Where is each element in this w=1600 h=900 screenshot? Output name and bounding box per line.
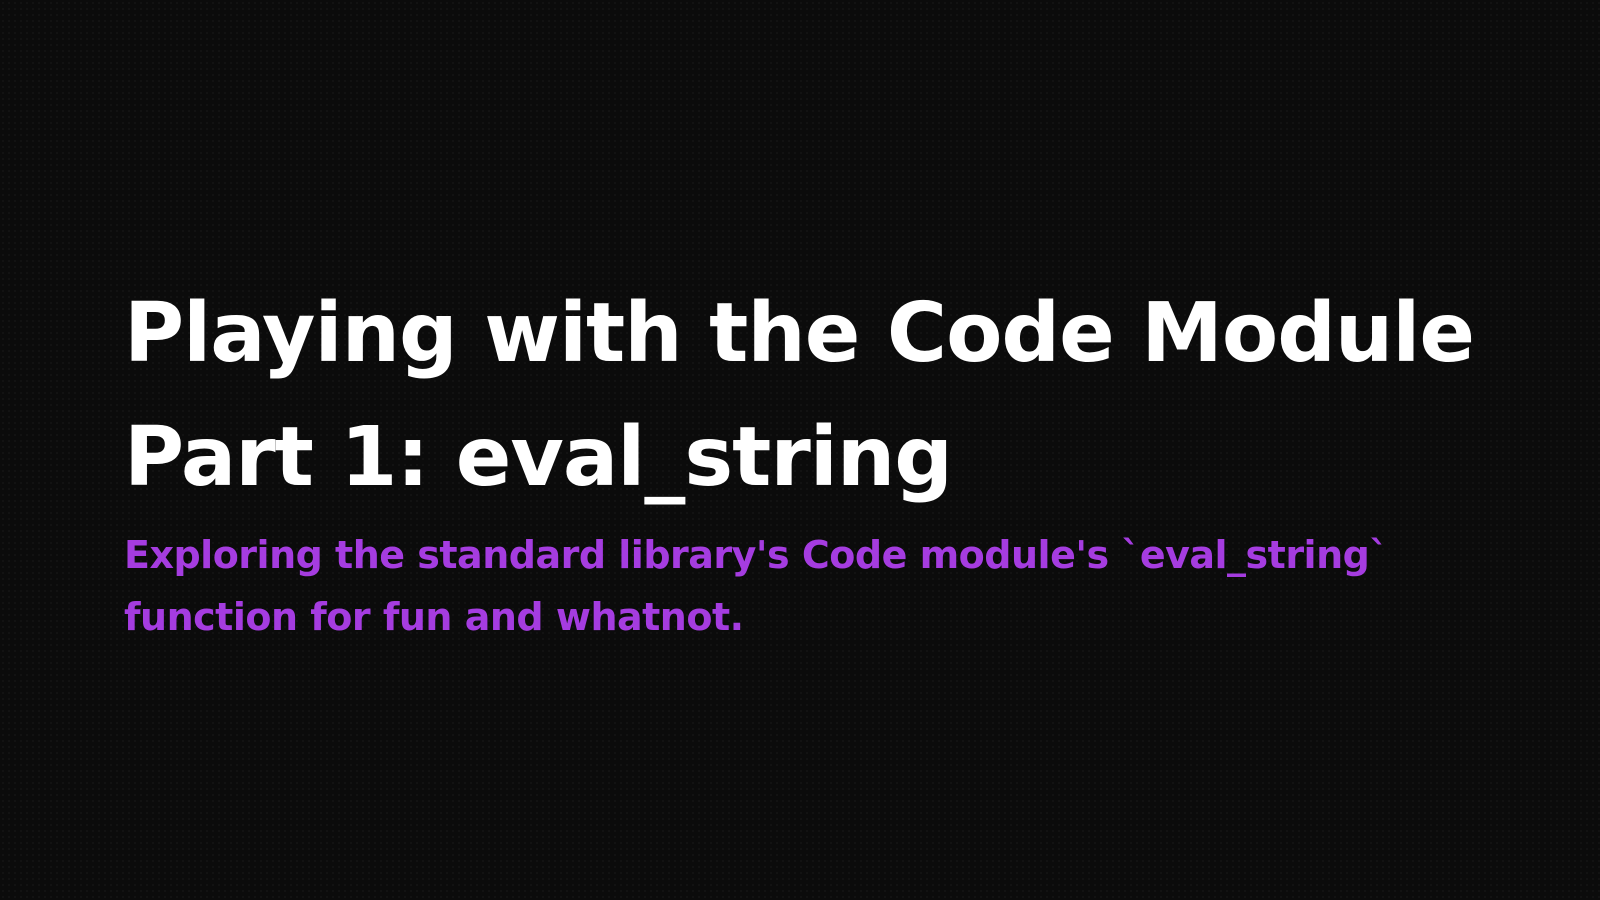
page-subtitle-line-2: function for fun and whatnot. <box>124 595 744 639</box>
page-title-line-2: Part 1: eval_string <box>124 410 953 505</box>
page-subtitle-line-1: Exploring the standard library's Code mo… <box>124 533 1388 577</box>
title-block: Playing with the Code Module Part 1: eva… <box>124 272 1544 648</box>
page-title: Playing with the Code Module Part 1: eva… <box>124 272 1544 520</box>
page-subtitle: Exploring the standard library's Code mo… <box>124 524 1544 648</box>
page-title-line-1: Playing with the Code Module <box>124 286 1475 381</box>
title-card: Playing with the Code Module Part 1: eva… <box>0 0 1600 900</box>
